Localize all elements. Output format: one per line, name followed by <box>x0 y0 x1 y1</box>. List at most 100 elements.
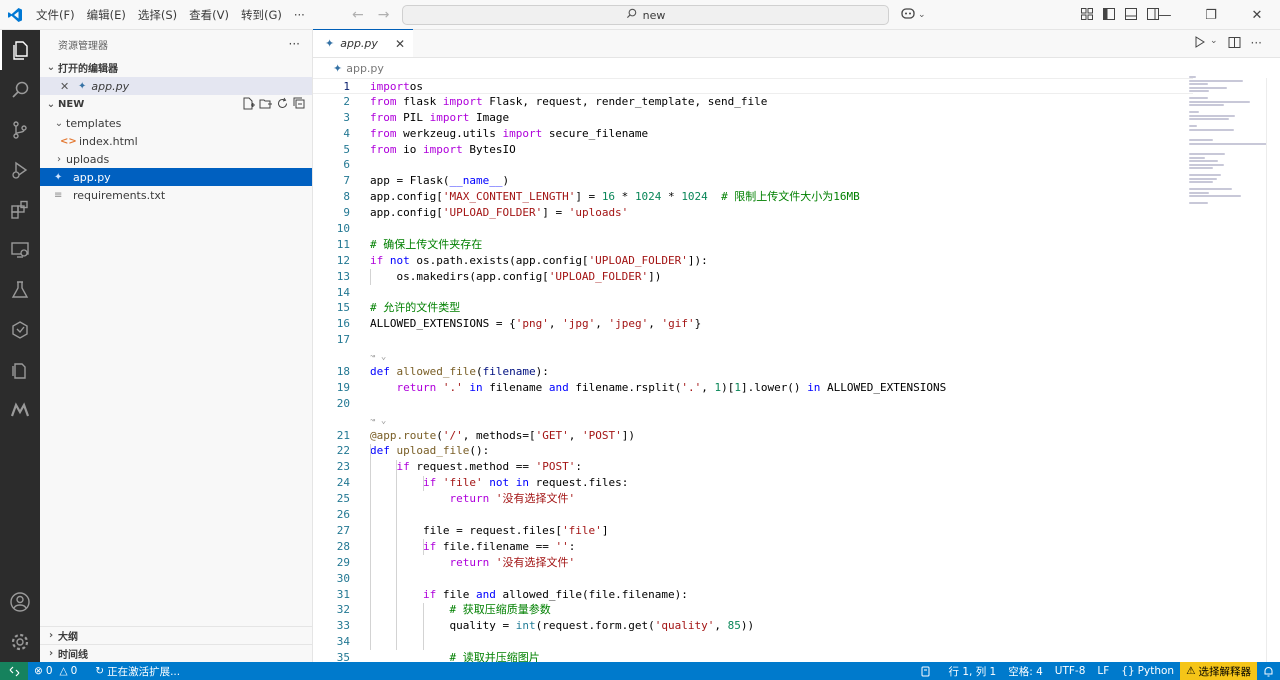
code-lens-icon[interactable]: ↝ ⌄ <box>370 352 386 362</box>
code-token: if <box>422 587 437 601</box>
indentation[interactable]: 空格: 4 <box>1002 664 1049 679</box>
run-file-icon[interactable] <box>1194 36 1206 52</box>
explorer-icon[interactable] <box>0 30 40 70</box>
tree-item-label: templates <box>66 116 122 130</box>
code-token: if <box>422 476 437 490</box>
restore-icon[interactable]: ❐ <box>1188 0 1234 30</box>
code-token: , <box>714 619 728 633</box>
encoding[interactable]: UTF-8 <box>1049 665 1092 677</box>
tree-item-templates[interactable]: ⌄ templates <box>40 114 312 132</box>
code-token: file <box>436 587 476 601</box>
close-tab-icon[interactable]: ✕ <box>395 37 405 51</box>
sidebar-more-button[interactable]: ··· <box>289 37 300 51</box>
remote-explorer-icon[interactable] <box>0 230 40 270</box>
more-actions-icon[interactable]: ··· <box>1251 36 1262 52</box>
collapse-all-icon[interactable] <box>293 97 306 113</box>
code-token: 'quality' <box>654 619 715 633</box>
chevron-down-icon: ⌄ <box>46 99 56 110</box>
menu-view[interactable]: 查看(V) <box>183 0 235 30</box>
refresh-icon[interactable] <box>276 97 289 113</box>
new-file-icon[interactable] <box>242 97 255 113</box>
command-center-search[interactable]: new <box>402 5 889 25</box>
chevron-down-icon[interactable]: ⌄ <box>1210 36 1218 52</box>
menu-edit[interactable]: 编辑(E) <box>81 0 132 30</box>
tree-item-index-html[interactable]: <> index.html <box>40 132 312 150</box>
code-token: not <box>489 476 510 490</box>
code-token: import <box>370 80 410 93</box>
tree-item-app-py[interactable]: ✦ app.py <box>40 168 312 186</box>
code-token: 'file' <box>562 523 602 537</box>
docker-icon[interactable] <box>0 350 40 390</box>
code-lens[interactable]: ↝ ⌄ <box>313 348 1193 364</box>
settings-gear-icon[interactable] <box>0 622 40 662</box>
code-token: in <box>469 380 483 394</box>
menu-go[interactable]: 转到(G) <box>235 0 288 30</box>
minimap-line <box>1189 104 1225 106</box>
toggle-panel-icon[interactable] <box>1124 7 1138 24</box>
menu-selection[interactable]: 选择(S) <box>132 0 183 30</box>
minimap-line <box>1189 79 1243 82</box>
timeline-header[interactable]: › 时间线 <box>40 644 313 662</box>
code-lens[interactable]: ↝ ⌄ <box>313 412 1193 428</box>
problems-indicator[interactable]: ⊗ 0 △ 0 <box>28 665 83 677</box>
workspace-header[interactable]: ⌄ NEW <box>40 95 312 114</box>
menu-more[interactable]: ··· <box>288 0 311 30</box>
tree-item-requirements[interactable]: ≡ requirements.txt <box>40 186 312 204</box>
cursor-position[interactable]: 行 1, 列 1 <box>943 664 1003 679</box>
line-number: 7 <box>343 174 350 188</box>
code-token: filename <box>482 380 549 394</box>
tab-app-py[interactable]: ✦ app.py ✕ <box>313 29 413 57</box>
outline-header[interactable]: › 大纲 <box>40 626 313 644</box>
gitlens-icon[interactable] <box>0 310 40 350</box>
code-line: 13 os.makedirs(app.config['UPLOAD_FOLDER… <box>313 269 1193 285</box>
code-line: 6 <box>313 157 1193 173</box>
new-folder-icon[interactable] <box>259 97 272 113</box>
open-editors-header[interactable]: ⌄ 打开的编辑器 <box>40 58 312 77</box>
forward-arrow-icon[interactable]: → <box>378 7 390 23</box>
code-token: def <box>370 444 390 458</box>
search-view-icon[interactable] <box>0 70 40 110</box>
code-token: quality = <box>370 619 516 633</box>
extensions-icon[interactable] <box>0 190 40 230</box>
vertical-scrollbar[interactable] <box>1266 78 1280 662</box>
code-token: return <box>449 555 490 569</box>
copilot-menu[interactable]: ⌄ <box>900 6 926 23</box>
code-token: file = request.files[ <box>370 523 563 537</box>
code-line: 27 file = request.files['file'] <box>313 523 1193 539</box>
line-number: 31 <box>336 587 350 601</box>
code-token: ( <box>436 428 443 442</box>
code-token: ) <box>502 174 510 188</box>
code-token: ALLOWED_EXTENSIONS = { <box>370 317 516 331</box>
breadcrumb-file[interactable]: app.py <box>346 62 384 75</box>
tree-item-uploads[interactable]: › uploads <box>40 150 312 168</box>
back-arrow-icon[interactable]: ← <box>352 7 364 23</box>
copilot-status-icon[interactable] <box>914 666 937 677</box>
testing-flask-icon[interactable] <box>0 270 40 310</box>
close-window-icon[interactable]: ✕ <box>1234 0 1280 30</box>
run-debug-icon[interactable] <box>0 150 40 190</box>
language-mode[interactable]: {} Python <box>1115 665 1180 677</box>
customize-layout-icon[interactable] <box>1080 7 1094 24</box>
code-lens-icon[interactable]: ↝ ⌄ <box>370 416 386 426</box>
toggle-primary-sidebar-icon[interactable] <box>1102 7 1116 24</box>
remote-indicator-icon[interactable] <box>0 662 28 680</box>
marketplace-m-icon[interactable] <box>0 390 40 430</box>
minimize-icon[interactable]: — <box>1142 0 1188 30</box>
minimap[interactable] <box>1189 76 1269 204</box>
line-number: 11 <box>336 237 350 251</box>
minimap-line <box>1189 188 1233 190</box>
code-editor[interactable]: 1 importos 2 from flask import Flask, reque… <box>313 78 1193 666</box>
open-editor-item[interactable]: ✕ ✦ app.py <box>40 77 312 95</box>
code-token: file.filename == <box>436 539 556 553</box>
close-icon[interactable]: ✕ <box>60 80 74 93</box>
notifications-icon[interactable] <box>1257 666 1280 677</box>
account-icon[interactable] <box>0 582 40 622</box>
indent-guide <box>396 459 398 651</box>
end-of-line[interactable]: LF <box>1091 665 1115 677</box>
select-interpreter-button[interactable]: ⚠ 选择解释器 <box>1180 662 1257 680</box>
code-token: and <box>475 587 496 601</box>
menu-file[interactable]: 文件(F) <box>30 0 81 30</box>
source-control-icon[interactable] <box>0 110 40 150</box>
split-editor-icon[interactable] <box>1228 36 1241 52</box>
